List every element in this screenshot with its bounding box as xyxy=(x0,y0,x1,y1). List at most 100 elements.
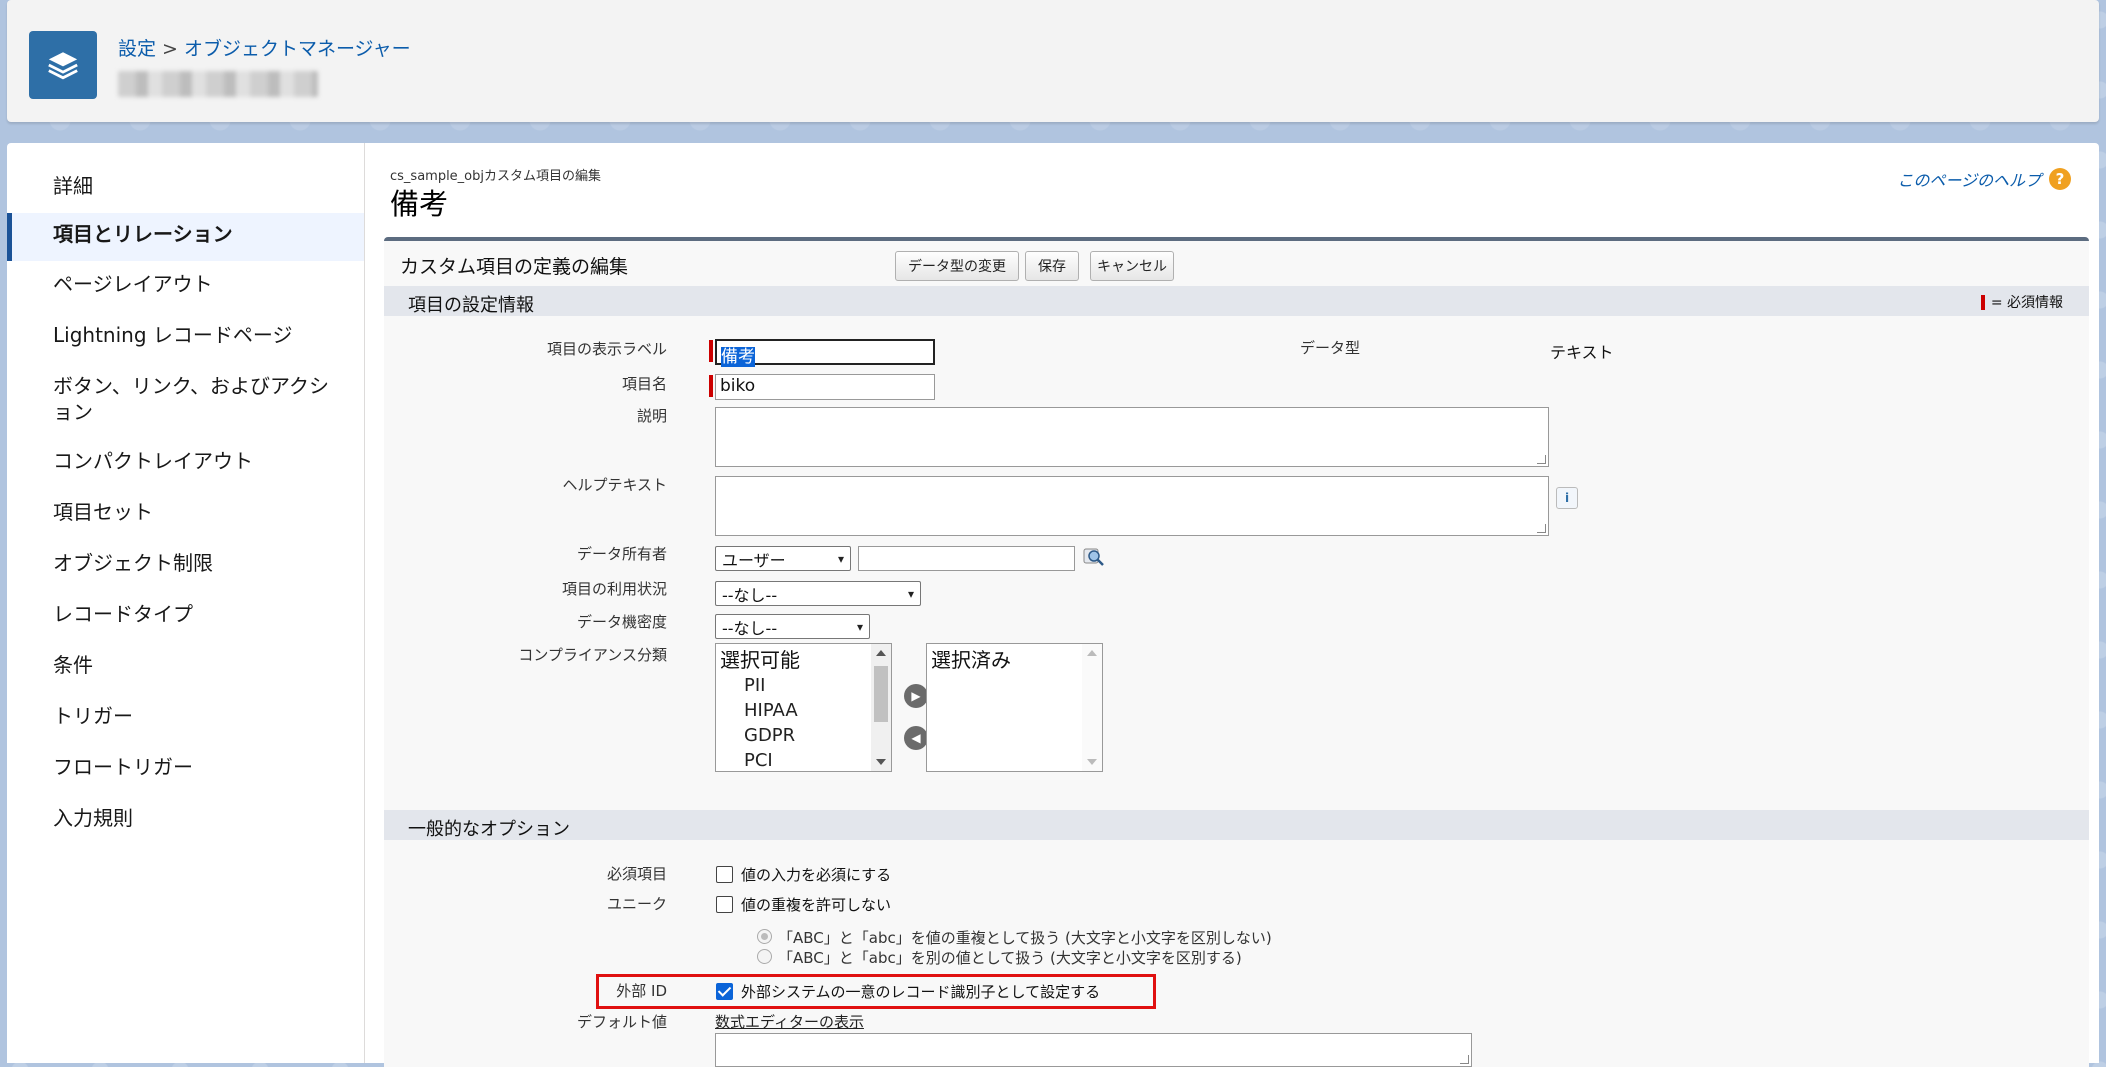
field-label-input[interactable]: 備考 xyxy=(715,339,935,367)
data-owner-type-select[interactable]: ユーザー ▾ xyxy=(715,546,851,571)
external-id-label: 外部 ID xyxy=(616,982,667,1000)
sidebar-item-buttons-links-actions[interactable]: ボタン、リンク、およびアクション xyxy=(7,363,343,440)
sidebar-item-compact-layouts[interactable]: コンパクトレイアウト xyxy=(7,440,364,489)
unique-checkbox[interactable] xyxy=(716,896,733,913)
sidebar-item-lightning-record-pages[interactable]: Lightning レコードページ xyxy=(7,312,364,363)
listbox-scrollbar[interactable] xyxy=(1082,644,1102,771)
field-name-input[interactable]: biko xyxy=(715,374,935,400)
required-mark xyxy=(709,375,713,397)
help-link-label: このページのヘルプ xyxy=(1897,171,2041,190)
data-owner-lookup-input[interactable] xyxy=(858,546,1075,571)
chevron-down-icon: ▾ xyxy=(856,619,863,634)
compliance-label: コンプライアンス分類 xyxy=(518,646,667,664)
field-name-label: 項目名 xyxy=(621,375,667,393)
sidebar-item-conditions[interactable]: 条件 xyxy=(7,642,364,693)
field-settings-section-header: 項目の設定情報 = 必須情報 xyxy=(384,286,2089,316)
selected-header: 選択済み xyxy=(931,648,1011,672)
breadcrumb-separator: > xyxy=(162,38,178,60)
info-icon[interactable]: i xyxy=(1556,487,1578,509)
list-item[interactable]: PCI xyxy=(716,748,891,771)
page-title: 備考 xyxy=(390,187,449,221)
add-arrow-right-icon[interactable]: ▶ xyxy=(904,684,928,708)
cancel-button[interactable]: キャンセル xyxy=(1090,251,1174,281)
sidebar-item-object-limits[interactable]: オブジェクト制限 xyxy=(7,540,364,591)
data-sensitivity-label: データ機密度 xyxy=(576,613,667,631)
field-usage-value: --なし-- xyxy=(722,585,778,605)
field-label-label: 項目の表示ラベル xyxy=(546,340,667,358)
lookup-search-icon[interactable] xyxy=(1082,546,1106,570)
content-area: cs_sample_objカスタム項目の編集 備考 このページのヘルプ ? カス… xyxy=(384,143,2089,1067)
external-id-checkbox-label: 外部システムの一意のレコード識別子として設定する xyxy=(741,983,1101,1001)
data-owner-label: データ所有者 xyxy=(576,545,667,563)
list-item[interactable]: GDPR xyxy=(716,723,891,748)
general-options-title: 一般的なオプション xyxy=(408,819,570,840)
help-text-textarea[interactable] xyxy=(715,476,1549,536)
help-question-icon: ? xyxy=(2049,168,2071,190)
main-area: 詳細 項目とリレーション ページレイアウト Lightning レコードページ … xyxy=(7,143,2099,1067)
sidebar-item-flow-triggers[interactable]: フロートリガー xyxy=(7,744,364,795)
sidebar-item-record-types[interactable]: レコードタイプ xyxy=(7,591,364,642)
sidebar-item-field-sets[interactable]: 項目セット xyxy=(7,489,364,540)
sidebar-item-triggers[interactable]: トリガー xyxy=(7,693,364,744)
data-sensitivity-select[interactable]: --なし-- ▾ xyxy=(715,614,870,639)
breadcrumb-setup-link[interactable]: 設定 xyxy=(118,38,156,60)
compliance-available-listbox[interactable]: 選択可能 PII HIPAA GDPR PCI xyxy=(715,643,892,772)
compliance-selected-listbox[interactable]: 選択済み xyxy=(926,643,1103,772)
required-legend: = 必須情報 xyxy=(1980,292,2063,312)
field-usage-select[interactable]: --なし-- ▾ xyxy=(715,581,921,606)
field-label-input-value: 備考 xyxy=(721,347,755,367)
formula-editor-link[interactable]: 数式エディターの表示 xyxy=(715,1011,864,1032)
unique-label: ユニーク xyxy=(606,895,667,913)
description-label: 説明 xyxy=(636,407,667,425)
default-value-label: デフォルト値 xyxy=(576,1013,667,1031)
case-sensitive-radio[interactable] xyxy=(757,949,772,964)
available-header: 選択可能 xyxy=(720,648,800,672)
sidebar-item-details[interactable]: 詳細 xyxy=(7,165,364,210)
panel-title: カスタム項目の定義の編集 xyxy=(400,256,629,278)
data-type-label: データ型 xyxy=(1299,339,1360,357)
required-checkbox[interactable] xyxy=(716,866,733,883)
listbox-scrollbar[interactable] xyxy=(871,644,891,771)
object-layers-icon xyxy=(29,31,97,99)
required-field-label: 必須項目 xyxy=(606,865,667,883)
help-text-label: ヘルプテキスト xyxy=(562,476,667,494)
required-mark-icon xyxy=(1980,294,1985,310)
object-header: 設定 > オブジェクトマネージャー xyxy=(7,0,2099,122)
case-insensitive-label: 「ABC」と「abc」を値の重複として扱う (大文字と小文字を区別しない) xyxy=(778,929,1272,947)
field-usage-label: 項目の利用状況 xyxy=(561,580,667,598)
external-id-checkbox[interactable] xyxy=(716,983,733,1000)
scroll-down-icon xyxy=(1087,759,1097,765)
default-value-textarea[interactable] xyxy=(715,1033,1472,1067)
field-settings-title: 項目の設定情報 xyxy=(408,295,534,316)
sidebar-item-page-layouts[interactable]: ページレイアウト xyxy=(7,261,364,312)
required-mark xyxy=(709,340,713,362)
sidebar-item-fields-relationships[interactable]: 項目とリレーション xyxy=(7,213,364,261)
breadcrumb-object-manager-link[interactable]: オブジェクトマネージャー xyxy=(184,38,411,60)
panel-header: カスタム項目の定義の編集 データ型の変更 保存 キャンセル xyxy=(384,241,2089,285)
scroll-thumb[interactable] xyxy=(874,666,888,722)
sidebar: 詳細 項目とリレーション ページレイアウト Lightning レコードページ … xyxy=(7,143,365,1063)
description-textarea[interactable] xyxy=(715,407,1549,467)
required-checkbox-label: 値の入力を必須にする xyxy=(741,866,892,884)
data-sensitivity-value: --なし-- xyxy=(722,618,778,638)
help-link[interactable]: このページのヘルプ ? xyxy=(1897,167,2071,191)
required-legend-text: = 必須情報 xyxy=(1990,295,2063,311)
remove-arrow-left-icon[interactable]: ◀ xyxy=(904,726,928,750)
object-name-redacted xyxy=(118,71,318,97)
save-button[interactable]: 保存 xyxy=(1025,251,1079,281)
scroll-down-icon xyxy=(876,759,886,765)
list-item[interactable]: PII xyxy=(716,673,891,698)
data-owner-type-value: ユーザー xyxy=(722,550,786,570)
chevron-down-icon: ▾ xyxy=(837,551,844,566)
sidebar-item-validation-rules[interactable]: 入力規則 xyxy=(7,795,364,846)
edit-panel: カスタム項目の定義の編集 データ型の変更 保存 キャンセル 項目の設定情報 = … xyxy=(384,237,2089,1067)
unique-checkbox-label: 値の重複を許可しない xyxy=(741,896,892,914)
scroll-up-icon xyxy=(1087,650,1097,656)
change-data-type-button[interactable]: データ型の変更 xyxy=(895,251,1019,281)
scroll-up-icon xyxy=(876,650,886,656)
list-item[interactable]: HIPAA xyxy=(716,698,891,723)
breadcrumb: 設定 > オブジェクトマネージャー xyxy=(118,34,411,61)
case-insensitive-radio[interactable] xyxy=(757,929,772,944)
data-type-value: テキスト xyxy=(1550,343,1614,362)
chevron-down-icon: ▾ xyxy=(907,586,914,601)
